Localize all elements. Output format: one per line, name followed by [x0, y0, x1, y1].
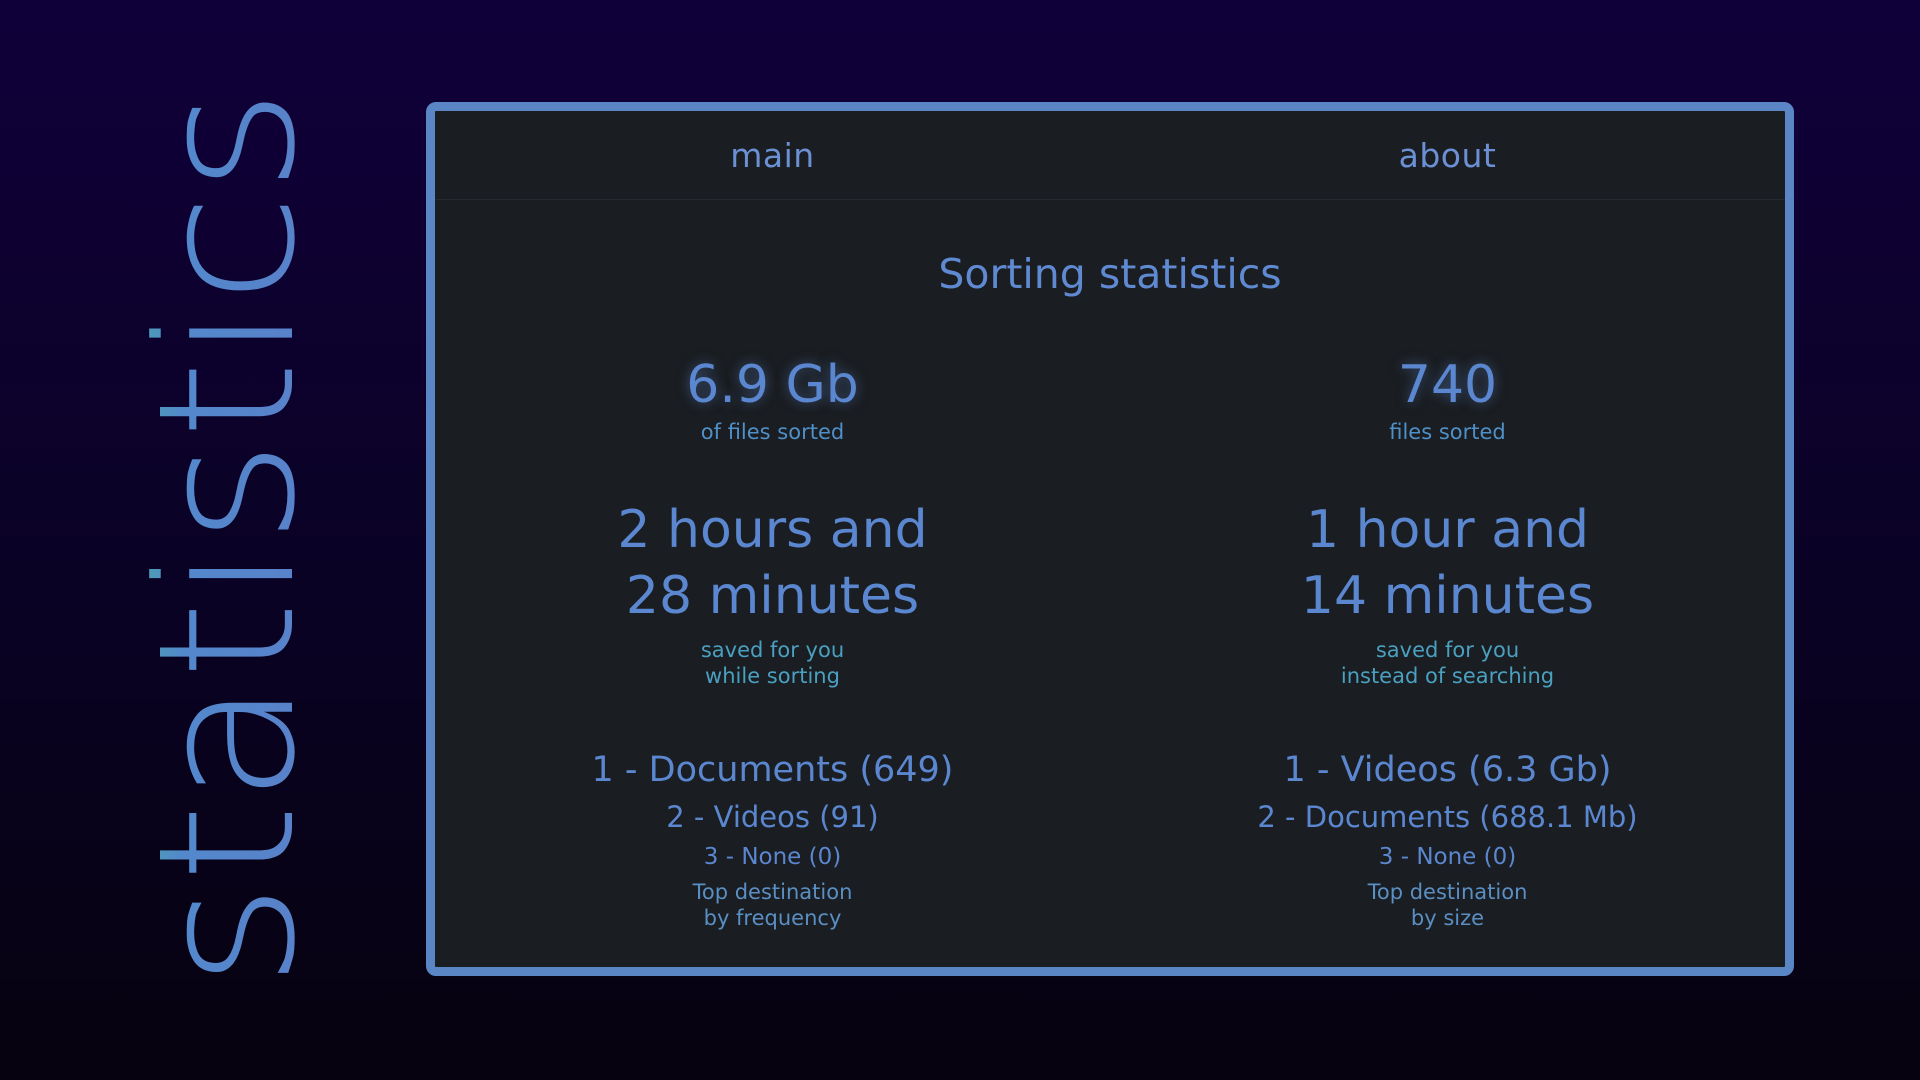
rank-caption-line2: by frequency [703, 906, 842, 930]
top-destination-frequency-2: 2 - Videos (91) [666, 800, 879, 834]
right-stats-column: 740 files sorted 1 hour and 14 minutes s… [1110, 351, 1785, 931]
page-title: Sorting statistics [938, 250, 1282, 298]
tab-main[interactable]: main [435, 111, 1110, 199]
tab-about[interactable]: about [1110, 111, 1785, 199]
time-caption-line1: saved for you [700, 638, 845, 662]
time-saved-sorting-caption: saved for you while sorting [701, 637, 844, 689]
time-saved-searching-caption: saved for you instead of searching [1341, 637, 1554, 689]
size-sorted-value: 6.9 Gb [686, 355, 859, 415]
time-saved-searching-line2: 14 minutes [1300, 566, 1595, 626]
statistics-window: main about Sorting statistics 6.9 Gb of … [426, 102, 1794, 976]
top-destination-frequency-3: 3 - None (0) [703, 844, 842, 870]
time-saved-sorting: 2 hours and 28 minutes [617, 497, 927, 629]
time-caption-line2: instead of searching [1340, 664, 1555, 688]
rank-caption-line1: Top destination [1367, 880, 1528, 904]
rank-caption-line2: by size [1410, 906, 1485, 930]
rank-caption-line1: Top destination [692, 880, 853, 904]
stats-grid: 6.9 Gb of files sorted 2 hours and 28 mi… [435, 351, 1785, 931]
files-sorted-value: 740 [1397, 355, 1498, 415]
time-saved-sorting-line1: 2 hours and [617, 500, 928, 560]
files-sorted-caption: files sorted [1389, 420, 1506, 444]
time-caption-line2: while sorting [705, 664, 840, 688]
tab-bar: main about [435, 111, 1785, 200]
top-destination-frequency-caption: Top destination by frequency [693, 879, 853, 931]
time-saved-sorting-line2: 28 minutes [625, 566, 920, 626]
time-caption-line1: saved for you [1375, 638, 1520, 662]
top-destination-size-3: 3 - None (0) [1378, 844, 1517, 870]
top-destination-size-2: 2 - Documents (688.1 Mb) [1257, 800, 1638, 834]
top-destination-size-caption: Top destination by size [1368, 879, 1528, 931]
side-title-text: statistics [118, 88, 337, 988]
time-saved-searching-line1: 1 hour and [1305, 500, 1590, 560]
top-destination-frequency-1: 1 - Documents (649) [591, 750, 954, 790]
vertical-statistics-title: statistics [0, 0, 380, 1080]
left-stats-column: 6.9 Gb of files sorted 2 hours and 28 mi… [435, 351, 1110, 931]
size-sorted-caption: of files sorted [700, 420, 845, 444]
top-destination-size-1: 1 - Videos (6.3 Gb) [1283, 750, 1612, 790]
time-saved-searching: 1 hour and 14 minutes [1301, 497, 1594, 629]
